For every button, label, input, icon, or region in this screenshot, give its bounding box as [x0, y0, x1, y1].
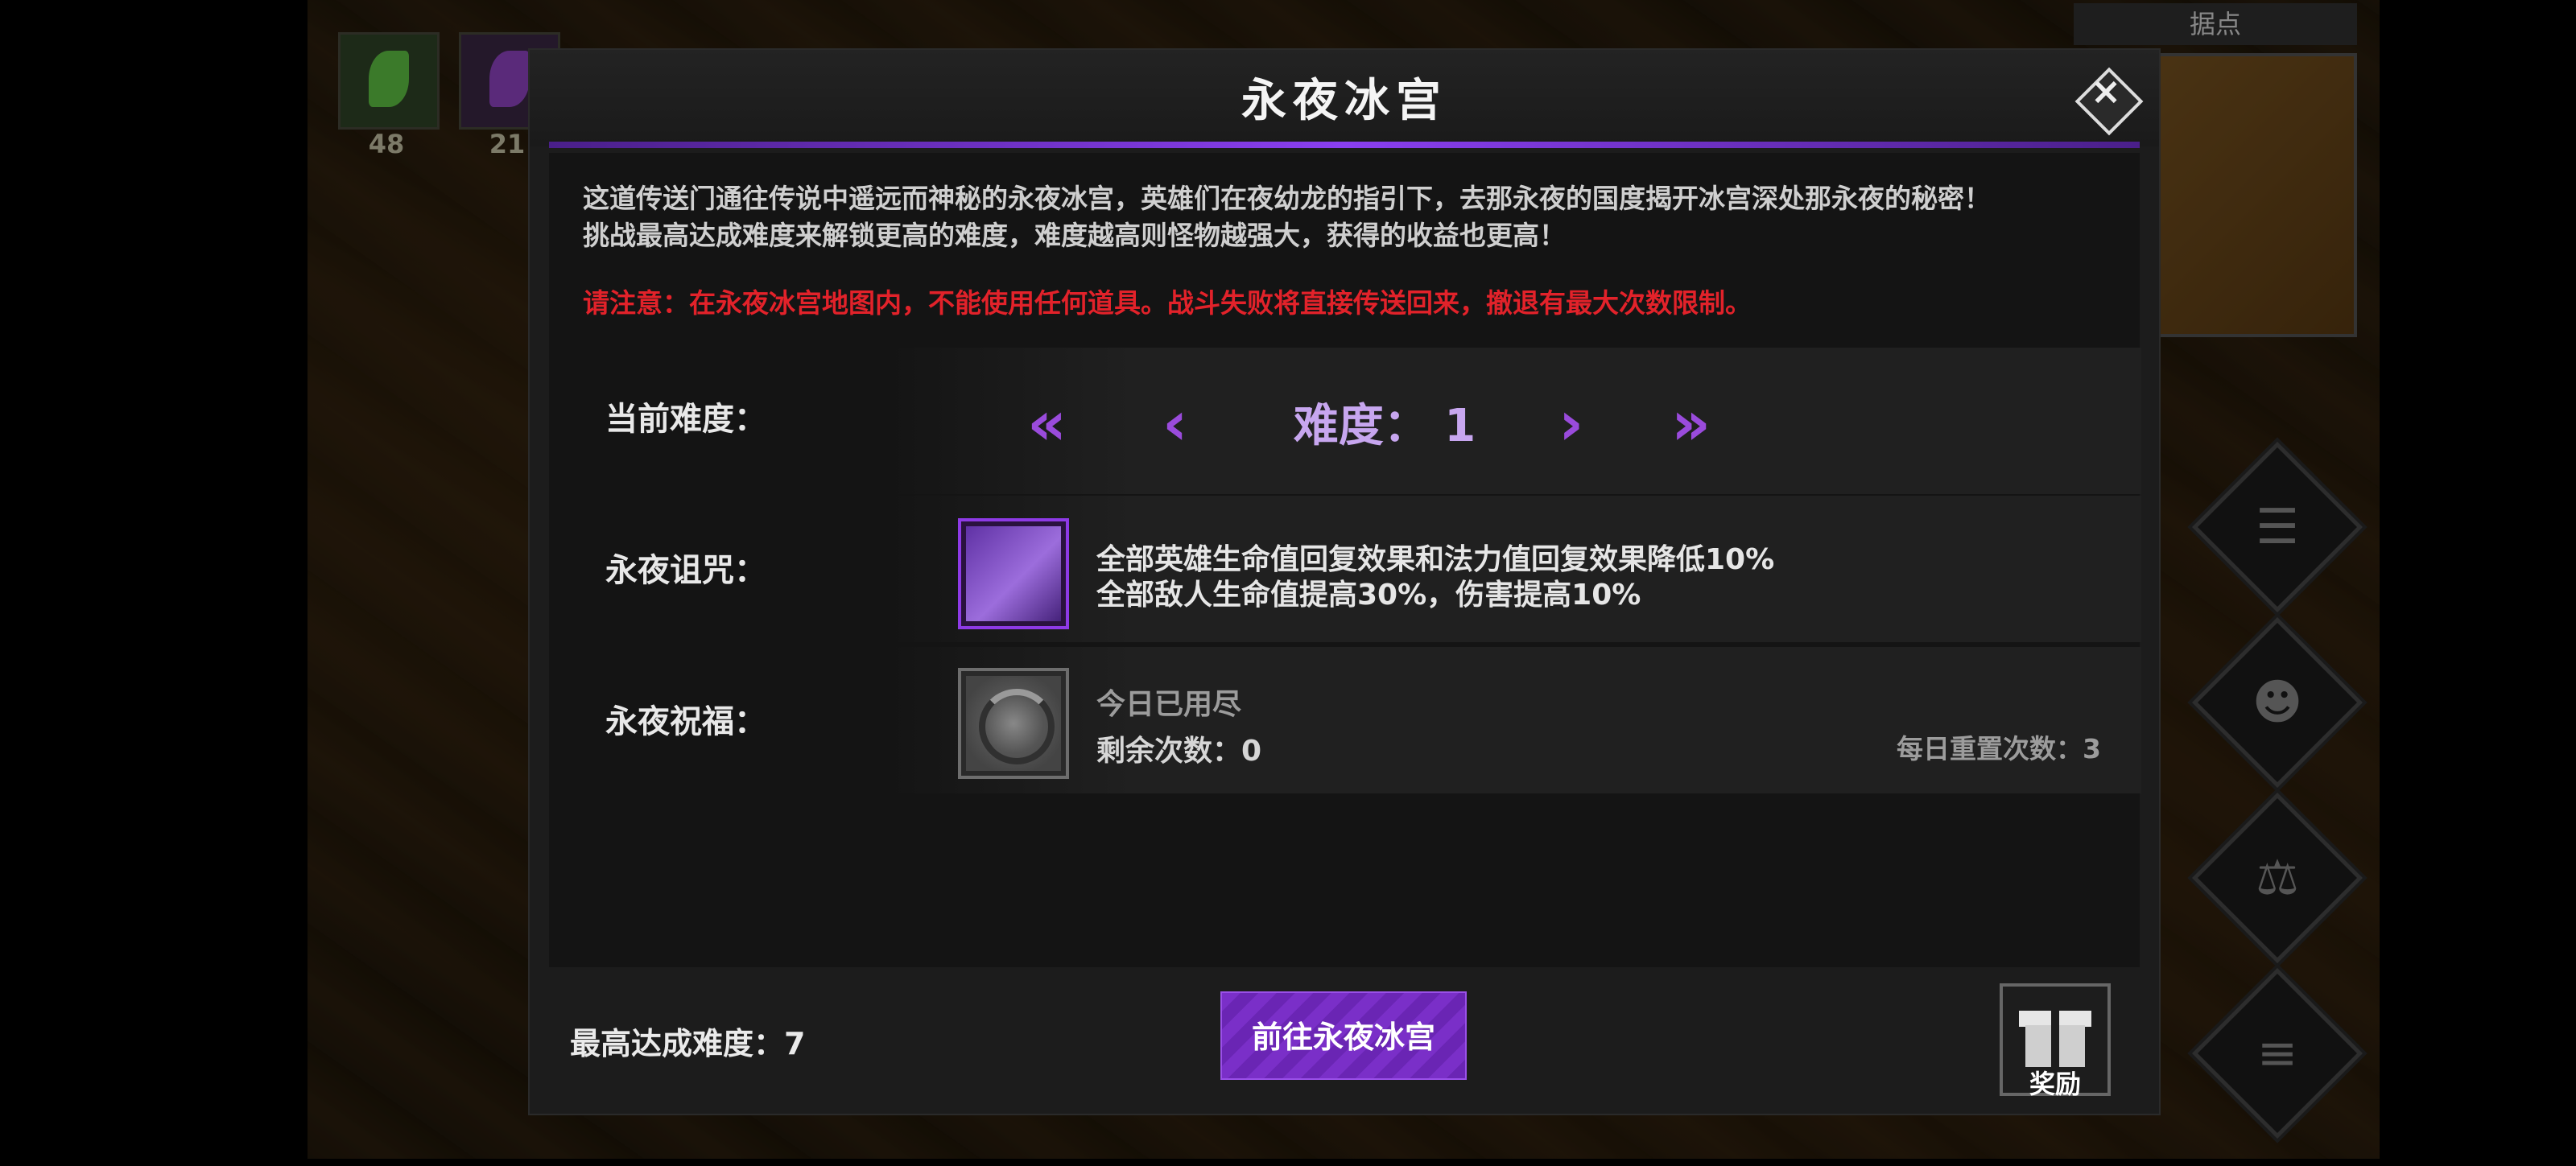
dialog-title: 永夜冰宫 [1241, 75, 1447, 127]
blessing-row-bg [886, 647, 2141, 793]
last-difficulty-arrow-button[interactable]: » [1671, 393, 1711, 454]
close-button[interactable]: × [2074, 66, 2144, 136]
difficulty-value: 1 [1444, 400, 1476, 452]
max-difficulty-text: 最高达成难度：7 [570, 1026, 806, 1061]
go-to-palace-button[interactable]: 前往永夜冰宫 [1220, 991, 1467, 1080]
green-gem-icon [369, 51, 409, 107]
current-difficulty-label: 当前难度： [605, 401, 766, 438]
minimap-label: 据点 [2074, 3, 2357, 45]
bats-icon[interactable] [958, 518, 1069, 629]
curse-effect-2: 全部敌人生命值提高30%，伤害提高10% [1096, 579, 1641, 612]
blessing-remaining: 剩余次数：0 [1096, 735, 1262, 768]
dialog-title-bar: 永夜冰宫 × [530, 50, 2159, 148]
menu-list-icon: ≡ [2256, 1025, 2298, 1082]
close-icon: × [2090, 69, 2122, 113]
difficulty-prefix: 难度： [1293, 400, 1429, 452]
next-difficulty-arrow-button[interactable]: › [1558, 393, 1583, 454]
minimap[interactable] [2157, 53, 2357, 337]
blessing-status: 今日已用尽 [1096, 688, 1242, 721]
first-difficulty-arrow-button[interactable]: « [1027, 393, 1067, 454]
description-line-1: 这道传送门通往传说中遥远而神秘的永夜冰宫，英雄们在夜幼龙的指引下，去那永夜的国度… [583, 183, 1991, 214]
difficulty-display: 难度： 1 [1208, 389, 1562, 455]
swirl-graphic [979, 689, 1055, 764]
reward-button[interactable]: 奖励 [2000, 983, 2111, 1099]
warning-text: 请注意：在永夜冰宫地图内，不能使用任何道具。战斗失败将直接传送回来，撤退有最大次… [583, 287, 1752, 319]
go-button-label: 前往永夜冰宫 [1251, 1020, 1435, 1055]
curse-label: 永夜诅咒： [605, 552, 766, 589]
hud-item-count: 48 [368, 129, 405, 159]
reward-label: 奖励 [2029, 1069, 2081, 1099]
swirl-icon[interactable] [958, 668, 1069, 779]
potion-icon: ⚖ [2256, 850, 2299, 906]
scroll-icon: ☰ [2256, 499, 2299, 555]
blessing-label: 永夜祝福： [605, 703, 766, 740]
title-divider [549, 142, 2140, 148]
gift-ribbon [2051, 1011, 2059, 1067]
blessing-daily-reset: 每日重置次数：3 [1897, 733, 2101, 764]
heroes-icon: ☻ [2252, 674, 2303, 731]
hud-item-green-gem[interactable] [338, 32, 440, 130]
purple-gem-icon [489, 51, 530, 107]
description-line-2: 挑战最高达成难度来解锁更高的难度，难度越高则怪物越强大，获得的收益也更高！ [583, 220, 1566, 251]
prev-difficulty-arrow-button[interactable]: ‹ [1162, 393, 1187, 454]
